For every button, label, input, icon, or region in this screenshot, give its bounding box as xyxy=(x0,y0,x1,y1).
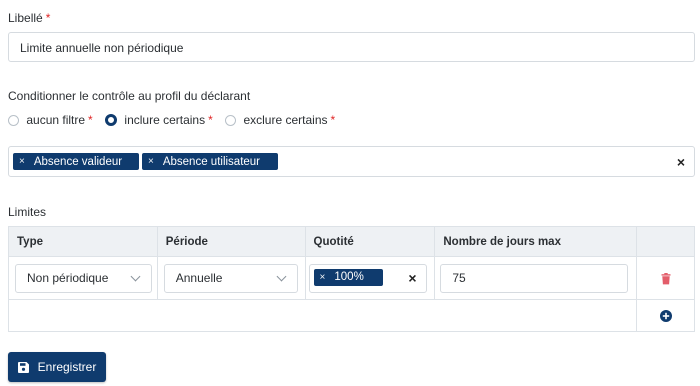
trash-icon[interactable] xyxy=(661,272,671,288)
chevron-down-icon xyxy=(276,271,287,282)
table-header-row: Type Période Quotité Nombre de jours max xyxy=(8,226,695,257)
tag-label: Absence utilisateur xyxy=(162,155,261,168)
radio-circle-selected[interactable] xyxy=(105,114,118,127)
close-icon[interactable]: × xyxy=(320,264,326,291)
table-add-row xyxy=(7,299,695,332)
tag-absence-valideur: × Absence valideur xyxy=(13,153,139,170)
radio-label: exclure certains xyxy=(243,113,328,128)
period-select[interactable]: Annuelle xyxy=(163,264,298,293)
days-max-value: 75 xyxy=(452,271,466,285)
table-row: Non périodique Annuelle × 100% × 75 xyxy=(8,256,695,300)
radio-inclure-certains[interactable]: inclure certains * xyxy=(105,112,216,128)
close-icon[interactable]: × xyxy=(19,156,25,167)
required-mark: * xyxy=(330,113,336,128)
cell-quotite: × 100% × xyxy=(304,256,436,300)
chevron-down-icon xyxy=(130,271,141,282)
tag-label: Absence valideur xyxy=(33,155,123,168)
limits-title: Limites xyxy=(8,205,47,219)
column-header-quotite: Quotité xyxy=(304,226,436,257)
cell-periode: Annuelle xyxy=(156,256,306,300)
radio-exclure-certains[interactable]: exclure certains * xyxy=(225,112,336,128)
radio-circle[interactable] xyxy=(8,114,19,126)
profile-tags-select[interactable]: × Absence valideur × Absence utilisateur… xyxy=(8,146,695,177)
tag-absence-utilisateur: × Absence utilisateur xyxy=(142,153,278,170)
column-header-periode: Période xyxy=(156,226,306,257)
radio-label: inclure certains xyxy=(124,113,206,128)
label-input[interactable]: Limite annuelle non périodique xyxy=(8,32,695,62)
cell-actions xyxy=(636,256,695,300)
cell-type: Non périodique xyxy=(8,256,158,300)
column-header-type: Type xyxy=(8,226,158,257)
radio-label: aucun filtre xyxy=(26,113,86,128)
required-mark: * xyxy=(208,113,213,128)
tag-label: 100% xyxy=(334,271,364,283)
floppy-disk-icon xyxy=(17,361,29,373)
plus-circle-icon[interactable] xyxy=(659,310,672,325)
profile-radio-group: aucun filtre * inclure certains * exclure … xyxy=(8,112,335,127)
cell-add xyxy=(636,299,695,332)
close-icon[interactable]: × xyxy=(148,156,154,167)
cell-jours-max: 75 xyxy=(434,256,638,300)
type-select-value: Non périodique xyxy=(27,271,109,285)
tag-quotite: × 100% xyxy=(313,269,383,286)
column-header-actions xyxy=(636,226,695,257)
cell-empty xyxy=(7,299,638,332)
required-mark: * xyxy=(88,113,93,128)
type-select[interactable]: Non périodique xyxy=(15,264,152,293)
required-mark: * xyxy=(45,11,51,25)
column-header-jours-max: Nombre de jours max xyxy=(434,226,638,257)
clear-icon[interactable]: × xyxy=(408,265,416,292)
radio-aucun-filtre[interactable]: aucun filtre * xyxy=(8,112,96,128)
quotite-select[interactable]: × 100% × xyxy=(308,264,427,293)
period-select-value: Annuelle xyxy=(175,271,223,285)
label-field-label: Libellé * xyxy=(8,11,50,25)
label-field-label-text: Libellé xyxy=(8,11,43,25)
label-input-value: Limite annuelle non périodique xyxy=(20,41,184,55)
profile-condition-title: Conditionner le contrôle au profil du dé… xyxy=(8,89,251,103)
save-button[interactable]: Enregistrer xyxy=(8,352,106,382)
radio-circle[interactable] xyxy=(225,114,237,126)
save-button-label: Enregistrer xyxy=(37,360,97,374)
limits-table: Type Période Quotité Nombre de jours max… xyxy=(7,226,695,332)
clear-icon[interactable]: × xyxy=(677,154,685,170)
days-max-input[interactable]: 75 xyxy=(440,264,629,293)
